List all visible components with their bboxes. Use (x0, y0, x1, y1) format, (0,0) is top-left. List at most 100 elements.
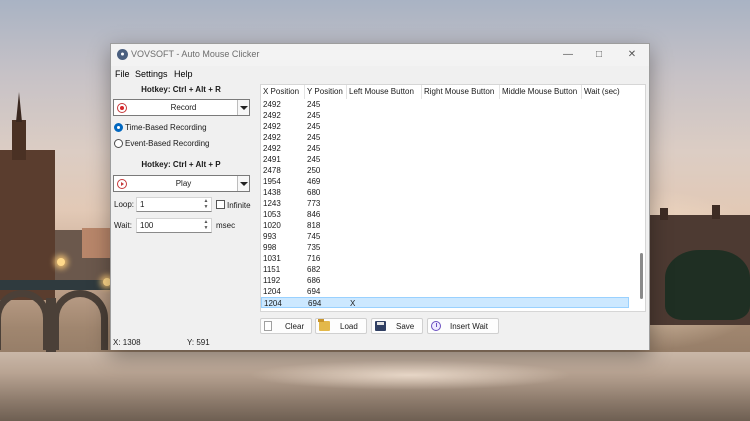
table-cell: 2492 (263, 133, 281, 142)
table-cell: 818 (307, 221, 321, 230)
table-cell: 998 (263, 243, 277, 252)
table-cell: 745 (307, 232, 321, 241)
table-cell: 680 (307, 188, 321, 197)
clear-label: Clear (285, 322, 305, 331)
record-icon (117, 103, 127, 113)
insert-wait-button[interactable]: Insert Wait (427, 318, 499, 334)
loop-spin-buttons[interactable]: ▲ ▼ (202, 198, 210, 211)
table-cell: 1243 (263, 199, 281, 208)
status-bar: X: 1308 Y: 591 (111, 336, 649, 350)
table-row[interactable]: 1204 694 X (261, 297, 629, 308)
vertical-scrollbar[interactable] (639, 85, 644, 311)
radio-event-based[interactable] (114, 139, 123, 148)
menu-bar: File Settings Help (111, 66, 649, 83)
close-button[interactable]: ✕ (622, 47, 642, 63)
table-row[interactable]: 1031 716 (261, 253, 629, 264)
play-label: Play (175, 179, 192, 188)
play-icon (117, 179, 127, 189)
table-row[interactable]: 1020 818 (261, 220, 629, 231)
table-row[interactable]: 2492 245 (261, 132, 629, 143)
table-cell: 245 (307, 155, 321, 164)
col-wait[interactable]: Wait (sec) (584, 87, 620, 96)
table-cell: 1020 (263, 221, 281, 230)
load-button[interactable]: Load (315, 318, 367, 334)
menu-file[interactable]: File (115, 69, 130, 79)
status-x-coordinate: X: 1308 (113, 338, 141, 347)
street-lamp (57, 258, 65, 266)
table-cell: 2492 (263, 111, 281, 120)
record-button[interactable]: Record (113, 99, 250, 116)
table-row[interactable]: 2492 245 (261, 110, 629, 121)
table-cell: 846 (307, 210, 321, 219)
record-label: Record (170, 103, 197, 112)
table-cell: 682 (307, 265, 321, 274)
col-middle-mouse[interactable]: Middle Mouse Button (502, 87, 577, 96)
table-cell: 2491 (263, 155, 281, 164)
parliament-building (0, 150, 55, 300)
table-row[interactable]: 1954 469 (261, 176, 629, 187)
table-cell: 1204 (264, 299, 282, 308)
table-cell: 245 (307, 100, 321, 109)
record-hotkey-label: Hotkey: Ctrl + Alt + R (141, 85, 221, 94)
table-header: X Position Y Position Left Mouse Button … (261, 85, 641, 99)
table-cell: 1192 (263, 276, 281, 285)
table-row[interactable]: 2478 250 (261, 165, 629, 176)
col-x-position[interactable]: X Position (263, 87, 299, 96)
table-cell: 735 (307, 243, 321, 252)
wait-unit-label: msec (216, 221, 236, 230)
play-button[interactable]: Play (113, 175, 250, 192)
table-row[interactable]: 2492 245 (261, 121, 629, 132)
save-button[interactable]: Save (371, 318, 423, 334)
table-cell: 1031 (263, 254, 281, 263)
table-cell: 993 (263, 232, 277, 241)
wait-spinner[interactable]: 100 ▲ ▼ (136, 218, 212, 233)
table-cell: X (350, 299, 356, 308)
table-cell: 245 (307, 111, 321, 120)
menu-help[interactable]: Help (174, 69, 193, 79)
save-label: Save (396, 322, 415, 331)
col-y-position[interactable]: Y Position (307, 87, 343, 96)
infinite-checkbox[interactable] (216, 200, 225, 209)
minimize-button[interactable]: — (558, 47, 578, 63)
menu-settings[interactable]: Settings (135, 69, 168, 79)
status-y-coordinate: Y: 591 (187, 338, 210, 347)
table-cell: 469 (307, 177, 321, 186)
wait-value: 100 (140, 221, 154, 230)
table-cell: 1053 (263, 210, 281, 219)
table-row[interactable]: 2491 245 (261, 154, 629, 165)
maximize-button[interactable]: □ (589, 47, 609, 63)
radio-time-based[interactable] (114, 123, 123, 132)
event-based-label: Event-Based Recording (125, 139, 210, 148)
table-row[interactable]: 2492 245 (261, 143, 629, 154)
table-cell: 686 (307, 276, 321, 285)
table-cell: 2492 (263, 144, 281, 153)
wait-spin-buttons[interactable]: ▲ ▼ (202, 219, 210, 232)
table-row[interactable]: 2492 245 (261, 99, 629, 110)
record-dropdown-arrow[interactable] (237, 100, 249, 115)
col-left-mouse[interactable]: Left Mouse Button (349, 87, 414, 96)
scrollbar-thumb[interactable] (640, 253, 643, 299)
table-cell: 250 (307, 166, 321, 175)
table-row[interactable]: 998 735 (261, 242, 629, 253)
table-row[interactable]: 1151 682 (261, 264, 629, 275)
recorded-actions-table[interactable]: X Position Y Position Left Mouse Button … (260, 84, 646, 312)
table-cell: 2478 (263, 166, 281, 175)
table-row[interactable]: 1192 686 (261, 275, 629, 286)
loop-value: 1 (140, 200, 145, 209)
floppy-disk-icon (375, 321, 386, 331)
table-row[interactable]: 1438 680 (261, 187, 629, 198)
table-cell: 1438 (263, 188, 281, 197)
table-row[interactable]: 993 745 (261, 231, 629, 242)
page-icon (264, 321, 272, 331)
table-row[interactable]: 1204 694 (261, 286, 629, 297)
table-cell: 245 (307, 122, 321, 131)
clear-button[interactable]: Clear (260, 318, 312, 334)
title-bar[interactable]: ● VOVSOFT - Auto Mouse Clicker — □ ✕ (111, 44, 649, 66)
table-row[interactable]: 1243 773 (261, 198, 629, 209)
table-row[interactable]: 1053 846 (261, 209, 629, 220)
loop-spinner[interactable]: 1 ▲ ▼ (136, 197, 212, 212)
play-dropdown-arrow[interactable] (237, 176, 249, 191)
col-right-mouse[interactable]: Right Mouse Button (424, 87, 494, 96)
time-based-label: Time-Based Recording (125, 123, 207, 132)
load-label: Load (340, 322, 358, 331)
